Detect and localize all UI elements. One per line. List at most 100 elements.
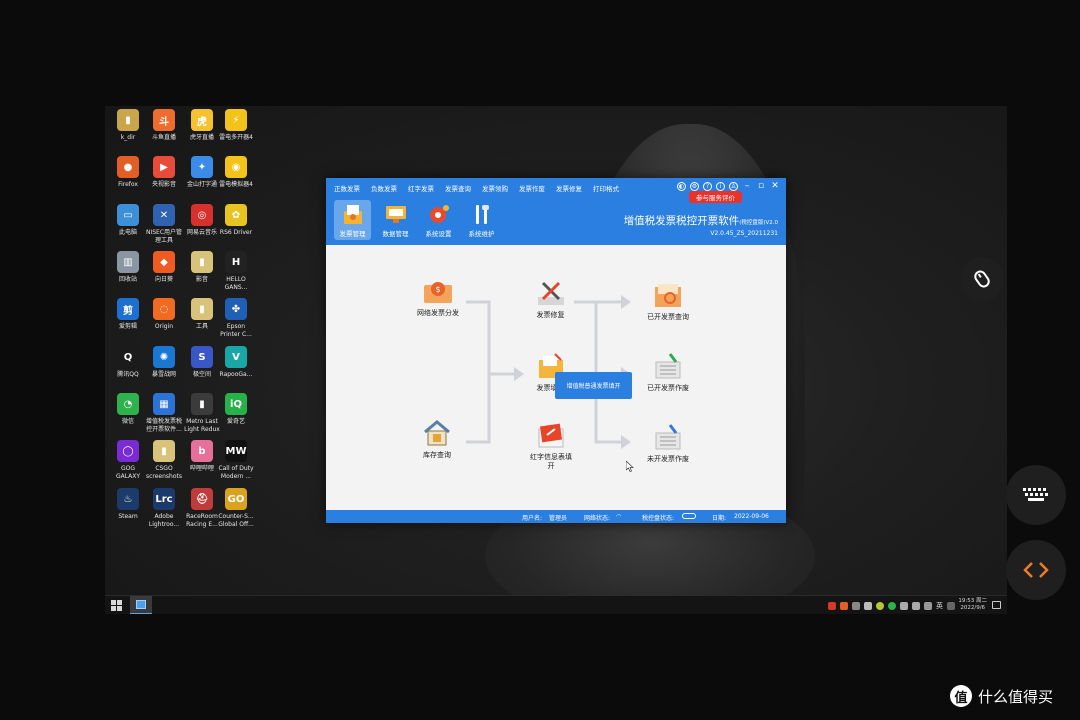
flow-invoice-repair[interactable]: 发票修复 — [528, 277, 573, 320]
desktop-icon-image: ⛑ — [191, 488, 213, 510]
repair-tools-icon — [533, 277, 569, 309]
flow-panel: $ 网络发票分发 库存查询 发票修复 发票填开 红字信息表填 开 已开发票查询 … — [326, 245, 786, 510]
desktop-icon-image: ▮ — [191, 251, 213, 273]
clock-date: 2022/9/6 — [960, 605, 986, 611]
keyboard-button[interactable] — [1006, 465, 1066, 525]
taskbar-clock[interactable]: 19:53 周二 2022/9/6 — [958, 598, 987, 612]
desktop-icon[interactable]: V RapooGa... — [213, 346, 259, 379]
help-icon[interactable]: ? — [703, 181, 712, 191]
tray-app-icon[interactable] — [828, 601, 836, 610]
desktop-icon-image: ◌ — [153, 298, 175, 320]
desktop-icon-image: Q — [117, 346, 139, 368]
flow-inventory-query[interactable]: 库存查询 — [417, 417, 457, 460]
flow-label: 已开发票作废 — [647, 384, 689, 392]
flow-label: 发票修复 — [536, 311, 565, 319]
menu-item-invoice-query[interactable]: 发票查询 — [445, 183, 471, 193]
flow-issued-query[interactable]: 已开发票查询 — [638, 279, 698, 322]
menu-item-red-invoice[interactable]: 红字发票 — [408, 183, 434, 193]
toolbar-system-settings[interactable]: 系统设置 — [420, 200, 457, 240]
flow-label: 网络发票分发 — [417, 309, 459, 317]
desktop-icon-image: ◆ — [153, 251, 175, 273]
desktop-icon-image: ▮ — [153, 440, 175, 462]
tray-network-icon[interactable] — [900, 601, 908, 610]
desktop-icon-image: ♨ — [117, 488, 139, 510]
app-title-suffix: (税控盘版)V2.0 — [739, 220, 778, 226]
app-title: 增值税发票税控开票软件(税控盘版)V2.0 — [624, 213, 778, 228]
desktop-icon[interactable]: ◉ 雷电模拟器4 — [213, 156, 259, 189]
info-icon[interactable]: i — [716, 181, 725, 191]
window-controls: ◐ ⚙ ? i ♙ – ▫ ✕ — [677, 181, 780, 191]
menu-item-positive-invoice[interactable]: 正数发票 — [334, 183, 360, 193]
desktop-icon[interactable]: ✤ Epson Printer C... — [213, 298, 259, 338]
clock-time: 19:53 周二 — [958, 598, 987, 604]
desktop-icon-label: HELLO GANS... — [224, 276, 248, 291]
menu-item-negative-invoice[interactable]: 负数发票 — [371, 183, 397, 193]
menu-item-invoice-repair[interactable]: 发票修复 — [556, 183, 582, 193]
tray-battery-icon[interactable] — [864, 601, 872, 610]
toolbar-label: 发票管理 — [339, 230, 366, 238]
desktop-icon-image: ✿ — [225, 204, 247, 226]
menu-item-print-format[interactable]: 打印格式 — [593, 183, 619, 193]
toolbar-system-maintenance[interactable]: 系统维护 — [463, 200, 500, 240]
menu-item-invoice-void[interactable]: 发票作废 — [519, 183, 545, 193]
tray-green-icon[interactable] — [876, 601, 884, 610]
desktop-icon[interactable]: H HELLO GANS... — [213, 251, 259, 291]
watermark-text: 什么值得买 — [978, 687, 1054, 706]
desktop-icon-image: b — [191, 440, 213, 462]
flow-issued-void[interactable]: 已开发票作废 — [638, 350, 698, 393]
tray-wechat-icon[interactable] — [888, 601, 896, 610]
code-toggle-button[interactable] — [1006, 540, 1066, 600]
restore-button[interactable]: ▫ — [756, 181, 766, 191]
desktop-icon[interactable]: MW Call of Duty Modern ... — [213, 440, 259, 480]
tray-calendar-icon[interactable] — [947, 601, 955, 610]
flow-label: 红字信息表填 开 — [530, 453, 572, 470]
desktop-icon[interactable]: ⚡ 雷电多开器4 — [213, 109, 259, 142]
tray-ime-indicator[interactable]: 英 — [936, 601, 943, 611]
device-status-icon — [682, 513, 696, 519]
watermark: 值 什么值得买 — [950, 685, 1053, 707]
toolbar-label: 系统维护 — [468, 230, 495, 238]
red-info-icon — [533, 419, 569, 451]
flow-unissued-void[interactable]: 未开发票作废 — [638, 421, 698, 464]
toolbar-invoice-management[interactable]: 发票管理 — [334, 200, 371, 240]
user-icon[interactable]: ♙ — [729, 181, 738, 191]
desktop-icon-label: Call of Duty Modern ... — [218, 465, 254, 480]
app-title-text: 增值税发票税控开票软件 — [623, 215, 740, 227]
service-evaluation-button[interactable]: 参与服务评价 — [689, 191, 742, 203]
windows-taskbar: 英 19:53 周二 2022/9/6 — [105, 595, 1007, 614]
tray-volume-icon[interactable] — [912, 601, 920, 610]
status-device-label: 税控盘状态: — [642, 515, 675, 522]
mouse-mode-button[interactable] — [960, 257, 1004, 301]
windows-start-icon[interactable] — [111, 600, 122, 611]
notification-icon[interactable] — [992, 601, 1001, 609]
menu-bar: 正数发票 负数发票 红字发票 发票查询 发票领购 发票作废 发票修复 打印格式 — [334, 183, 619, 193]
wifi-icon: ◠ — [616, 513, 622, 520]
minimize-button[interactable]: – — [742, 181, 752, 191]
tray-usb-icon[interactable] — [852, 601, 860, 610]
desktop-icon-image: ✕ — [153, 204, 175, 226]
desktop-screen: ▮ k_dir 斗斗鱼直播虎虎牙直播 ⚡ 雷电多开器4 ● Firefox ▶ 央视影音 ✦ 金山打… — [105, 106, 1007, 614]
tray-display-icon[interactable] — [924, 601, 932, 610]
status-user-label: 用户名: — [522, 515, 543, 522]
status-bar: 用户名: 管理员 网络状态: ◠ 税控盘状态: 日期: 2022-09-06 — [326, 510, 786, 523]
issued-query-icon — [650, 279, 686, 311]
desktop-icon-image: ● — [117, 156, 139, 178]
flow-red-info-fill[interactable]: 红字信息表填 开 — [523, 419, 579, 471]
desktop-icon-image: ⚡ — [225, 109, 247, 131]
tray-security-icon[interactable] — [840, 601, 848, 610]
flow-label: 未开发票作废 — [647, 455, 689, 463]
theme-icon[interactable]: ◐ — [677, 181, 686, 191]
flow-online-distribution[interactable]: $ 网络发票分发 — [408, 275, 468, 318]
desktop-icon-image: ✺ — [153, 346, 175, 368]
desktop-icon[interactable]: ✿ RS6 Driver — [213, 204, 259, 237]
desktop-icon[interactable]: GO Counter-S... Global Off... — [213, 488, 259, 528]
desktop-icon[interactable]: iQ 爱奇艺 — [213, 393, 259, 426]
toolbar-data-management[interactable]: 数据管理 — [377, 200, 414, 240]
taskbar-invoice-app[interactable] — [130, 596, 152, 614]
settings-icon[interactable]: ⚙ — [690, 181, 699, 191]
desktop-icon-image: ◉ — [225, 156, 247, 178]
flow-tooltip[interactable]: 增值税普通发票填开 — [555, 372, 632, 399]
close-button[interactable]: ✕ — [770, 181, 780, 191]
app-header: 正数发票 负数发票 红字发票 发票查询 发票领购 发票作废 发票修复 打印格式 … — [326, 178, 786, 245]
menu-item-invoice-purchase[interactable]: 发票领购 — [482, 183, 508, 193]
